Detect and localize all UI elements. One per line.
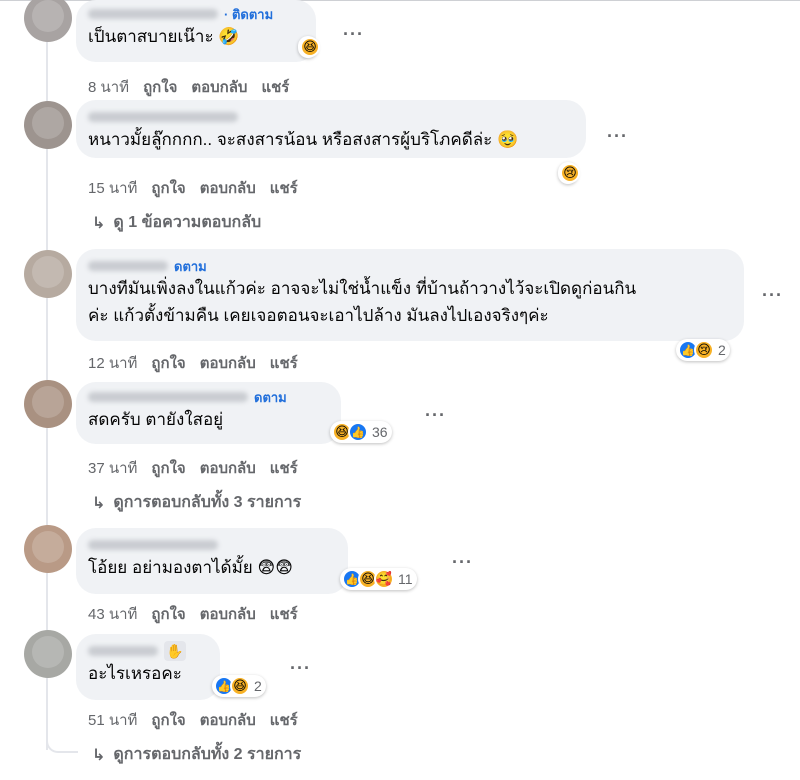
like-button[interactable]: ถูกใจ — [151, 351, 185, 375]
comment-bubble: · ติดตาม เป็นตาสบายเน๊าะ 🤣 — [76, 0, 316, 62]
comment-text: อะไรเหรอคะ — [88, 664, 182, 683]
avatar[interactable] — [24, 630, 72, 678]
comment-actions: 15 นาที ถูกใจ ตอบกลับ แชร์ — [88, 176, 298, 200]
author-name[interactable] — [88, 261, 168, 271]
thread-curve — [46, 731, 78, 753]
author-name[interactable] — [88, 392, 248, 402]
sad-icon: 😢 — [560, 163, 580, 183]
reply-button[interactable]: ตอบกลับ — [200, 602, 256, 626]
like-button[interactable]: ถูกใจ — [151, 708, 185, 732]
author-row: ดตาม — [88, 388, 327, 406]
reaction-summary[interactable]: 👍 😆 🥰 11 — [340, 568, 417, 590]
share-button[interactable]: แชร์ — [270, 708, 298, 732]
timestamp[interactable]: 15 นาที — [88, 176, 137, 200]
like-button[interactable]: ถูกใจ — [151, 602, 185, 626]
avatar[interactable] — [24, 380, 72, 428]
share-button[interactable]: แชร์ — [270, 351, 298, 375]
comment-text: โอ้ยย อย่ามองตาได้มั้ย 😨😨 — [88, 558, 293, 577]
like-button[interactable]: ถูกใจ — [143, 75, 177, 99]
reaction-count: 2 — [254, 678, 262, 694]
author-row — [88, 108, 572, 126]
haha-icon: 😆 — [300, 37, 320, 57]
reply-button[interactable]: ตอบกลับ — [191, 75, 247, 99]
reaction-summary[interactable]: 😆 👍 36 — [330, 421, 392, 443]
share-button[interactable]: แชร์ — [270, 176, 298, 200]
avatar[interactable] — [24, 0, 72, 42]
reply-button[interactable]: ตอบกลับ — [200, 708, 256, 732]
care-icon: 🥰 — [374, 569, 394, 589]
comment-text: สดครับ ตายังใสอยู่ — [88, 410, 224, 429]
reply-arrow-icon: ↳ — [92, 214, 106, 232]
timestamp[interactable]: 51 นาที — [88, 708, 137, 732]
reaction-count: 36 — [372, 424, 388, 440]
reply-arrow-icon: ↳ — [92, 494, 106, 512]
more-options-button[interactable]: ··· — [425, 405, 446, 426]
follow-link[interactable]: ดตาม — [254, 387, 287, 408]
comment-bubble: ดตาม บางทีมันเพิ่งลงในแก้วค่ะ อาจจะไม่ใช… — [76, 249, 744, 341]
comment-bubble: ดตาม สดครับ ตายังใสอยู่ — [76, 382, 341, 444]
author-row: · ติดตาม — [88, 5, 302, 23]
view-replies-label: ดู 1 ข้อความตอบกลับ — [113, 214, 262, 231]
wave-badge-icon: ✋ — [164, 641, 186, 661]
avatar[interactable] — [24, 525, 72, 573]
like-button[interactable]: ถูกใจ — [151, 176, 185, 200]
comment-text: หนาวมั้ยลู๊กกกก.. จะสงสารน้อน หรือสงสารผ… — [88, 130, 519, 149]
timestamp[interactable]: 43 นาที — [88, 602, 137, 626]
more-options-button[interactable]: ··· — [607, 126, 628, 147]
comment-bubble: หนาวมั้ยลู๊กกกก.. จะสงสารน้อน หรือสงสารผ… — [76, 100, 586, 158]
reaction-summary[interactable]: 👍 😆 2 — [212, 675, 266, 697]
avatar[interactable] — [24, 250, 72, 298]
author-row: ดตาม — [88, 257, 730, 275]
view-replies-label: ดูการตอบกลับทั้ง 2 รายการ — [113, 746, 302, 763]
author-row: ✋ — [88, 641, 206, 661]
comment-text-line-1: บางทีมันเพิ่งลงในแก้วค่ะ อาจจะไม่ใช่น้ำแ… — [88, 279, 637, 298]
timestamp[interactable]: 12 นาที — [88, 351, 137, 375]
author-name[interactable] — [88, 9, 218, 19]
reaction-summary[interactable]: 👍 😢 2 — [676, 339, 730, 361]
author-name[interactable] — [88, 112, 238, 122]
share-button[interactable]: แชร์ — [261, 75, 289, 99]
reply-button[interactable]: ตอบกลับ — [200, 176, 256, 200]
follow-link[interactable]: ดตาม — [174, 256, 207, 277]
comment-bubble: ✋ อะไรเหรอคะ — [76, 634, 220, 700]
reaction-count: 2 — [718, 342, 726, 358]
more-options-button[interactable]: ··· — [452, 552, 473, 573]
like-icon: 👍 — [348, 422, 368, 442]
like-button[interactable]: ถูกใจ — [151, 456, 185, 480]
more-options-button[interactable]: ··· — [343, 24, 364, 45]
comment-text-line-2: ค่ะ แก้วตั้งข้ามคืน เคยเจอตอนจะเอาไปล้าง… — [88, 306, 549, 325]
timestamp[interactable]: 37 นาที — [88, 456, 137, 480]
reply-button[interactable]: ตอบกลับ — [200, 351, 256, 375]
timestamp[interactable]: 8 นาที — [88, 75, 129, 99]
reaction-summary[interactable]: 😆 — [298, 36, 320, 58]
comment-text: เป็นตาสบายเน๊าะ 🤣 — [88, 27, 240, 46]
reaction-summary[interactable]: 😢 — [558, 162, 580, 184]
reply-button[interactable]: ตอบกลับ — [200, 456, 256, 480]
reaction-count: 11 — [398, 571, 413, 587]
author-name[interactable] — [88, 540, 218, 550]
view-replies-link[interactable]: ↳ ดูการตอบกลับทั้ง 2 รายการ — [92, 742, 301, 767]
avatar[interactable] — [24, 101, 72, 149]
comment-actions: 12 นาที ถูกใจ ตอบกลับ แชร์ — [88, 351, 298, 375]
comment-actions: 37 นาที ถูกใจ ตอบกลับ แชร์ — [88, 456, 298, 480]
comment-actions: 51 นาที ถูกใจ ตอบกลับ แชร์ — [88, 708, 298, 732]
comment-bubble: โอ้ยย อย่ามองตาได้มั้ย 😨😨 — [76, 528, 348, 594]
follow-link[interactable]: · ติดตาม — [224, 4, 273, 25]
view-replies-link[interactable]: ↳ ดูการตอบกลับทั้ง 3 รายการ — [92, 490, 301, 515]
share-button[interactable]: แชร์ — [270, 602, 298, 626]
author-row — [88, 536, 334, 554]
author-name[interactable] — [88, 646, 158, 656]
view-replies-label: ดูการตอบกลับทั้ง 3 รายการ — [113, 494, 302, 511]
sad-icon: 😢 — [694, 340, 714, 360]
comment-actions: 43 นาที ถูกใจ ตอบกลับ แชร์ — [88, 602, 298, 626]
haha-icon: 😆 — [230, 676, 250, 696]
reply-arrow-icon: ↳ — [92, 746, 106, 764]
comment-actions: 8 นาที ถูกใจ ตอบกลับ แชร์ — [88, 75, 289, 99]
more-options-button[interactable]: ··· — [290, 658, 311, 679]
view-replies-link[interactable]: ↳ ดู 1 ข้อความตอบกลับ — [92, 210, 261, 235]
share-button[interactable]: แชร์ — [270, 456, 298, 480]
more-options-button[interactable]: ··· — [762, 285, 783, 306]
